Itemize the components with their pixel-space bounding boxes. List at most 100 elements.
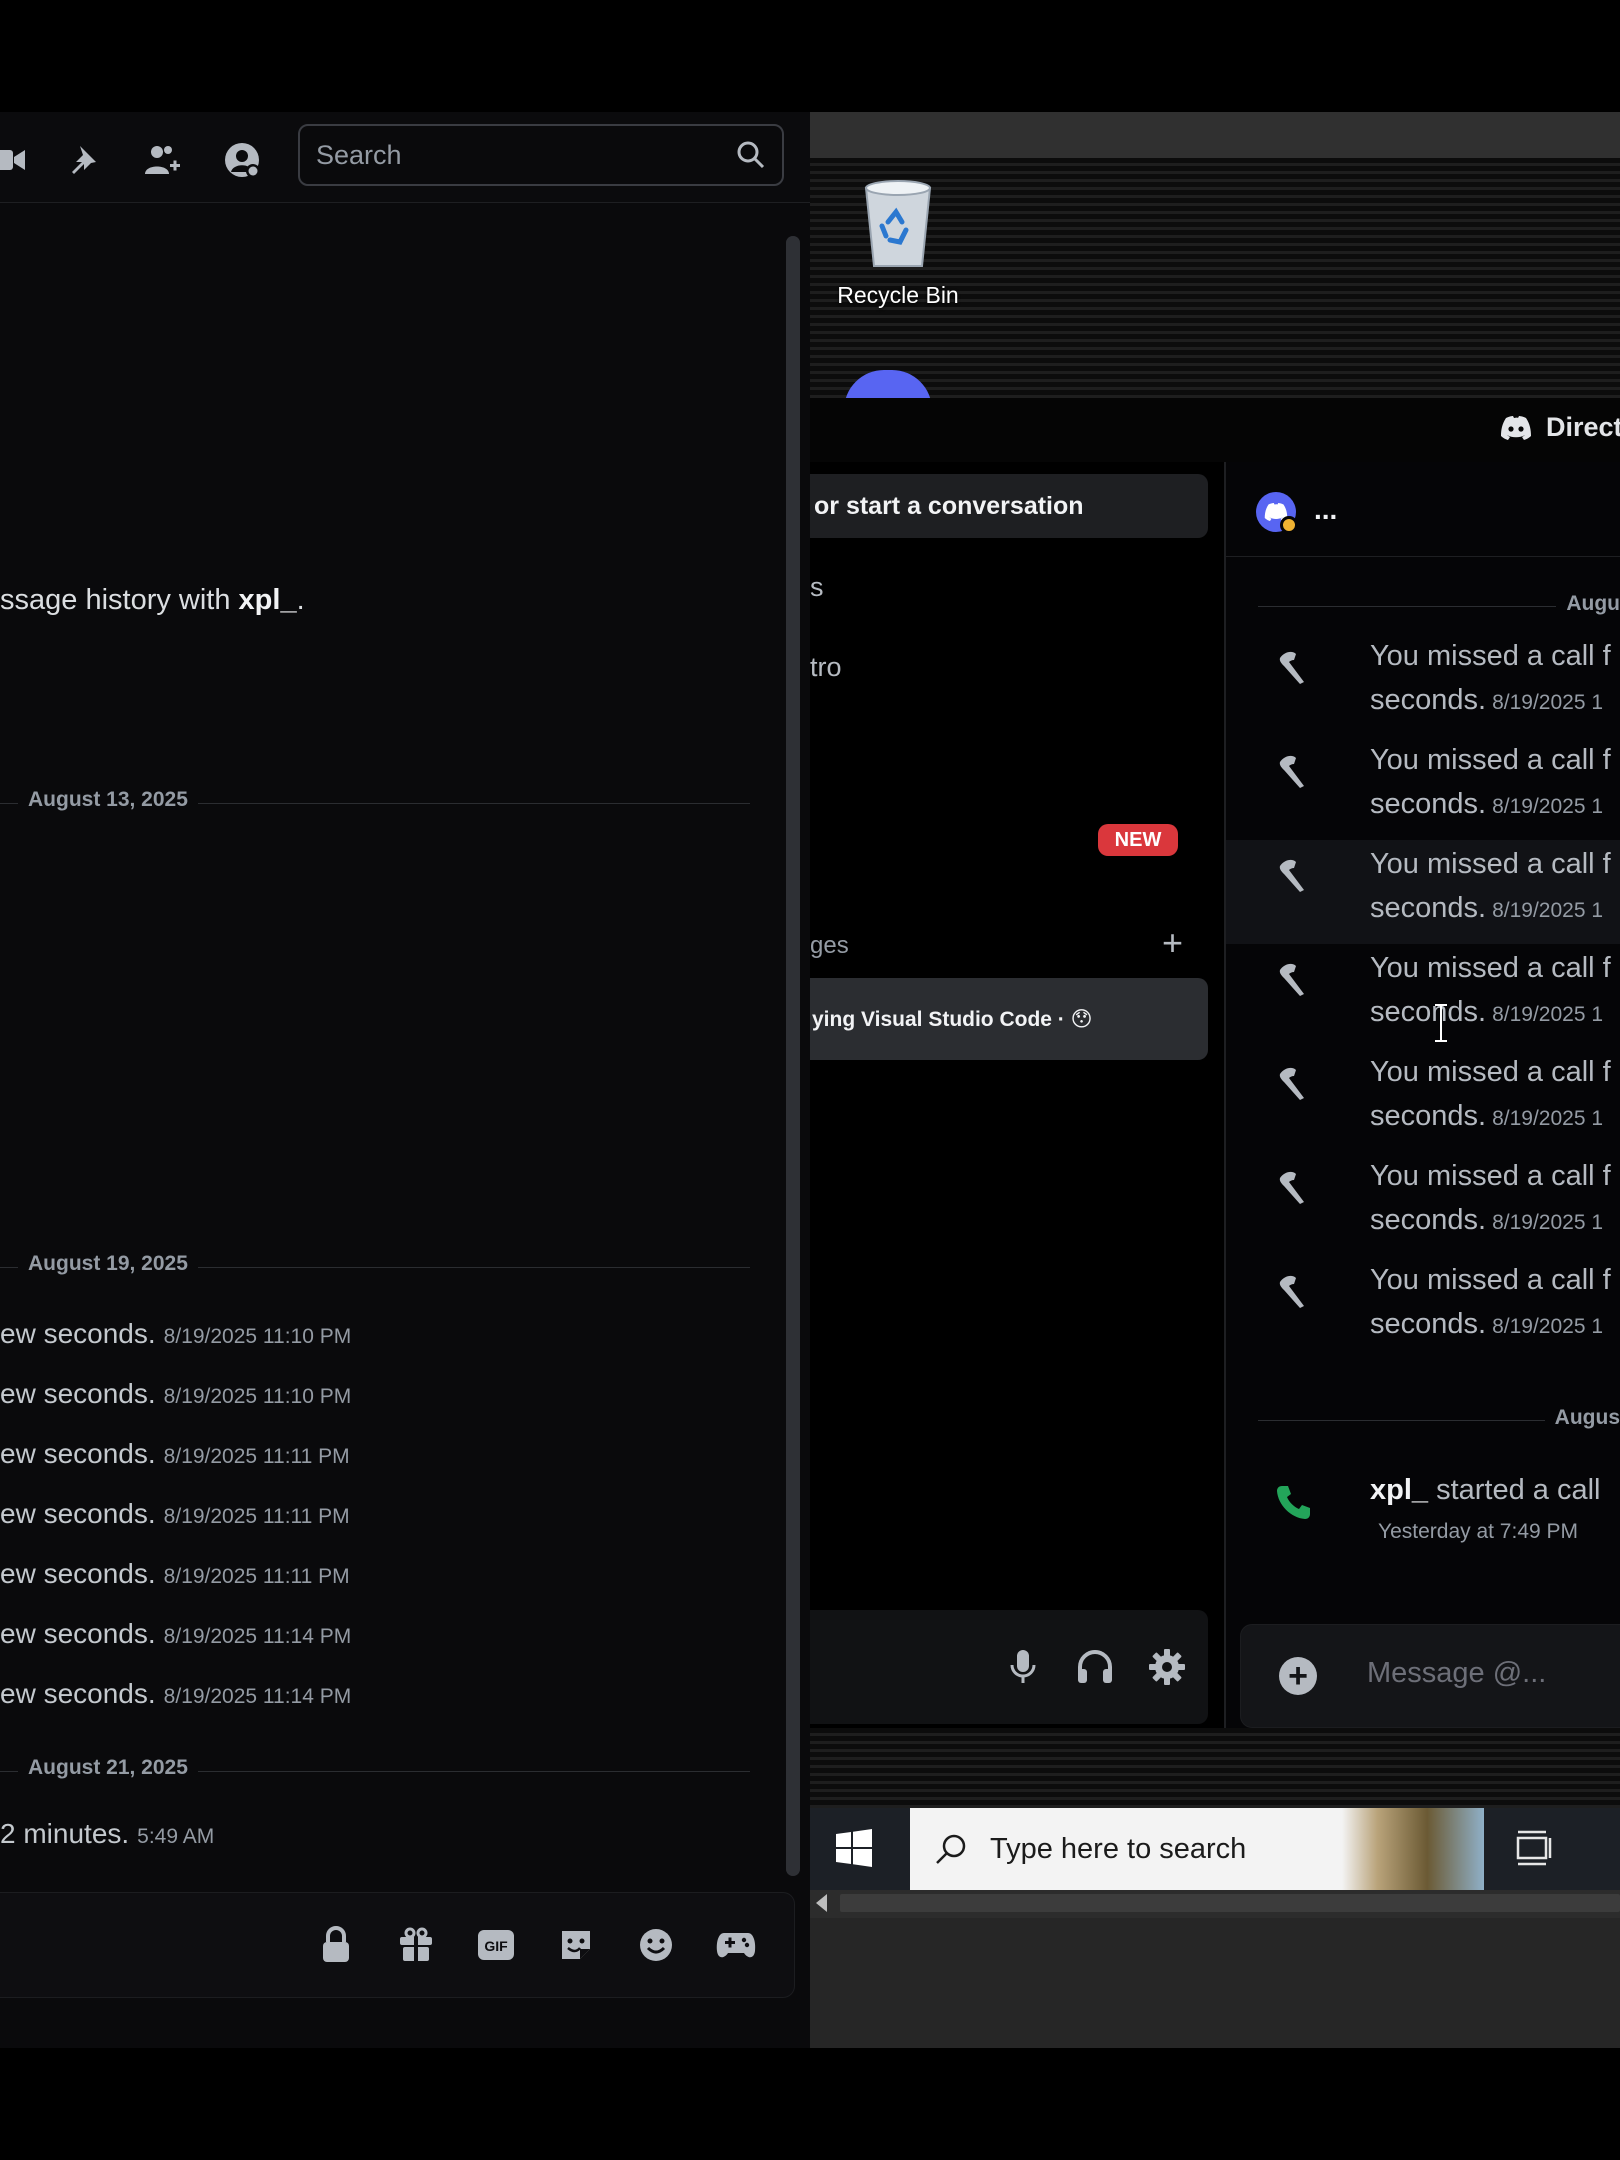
sidebar-item-friends[interactable]: s (810, 572, 824, 603)
scroll-left-arrow-icon[interactable] (816, 1894, 827, 1912)
sidebar-item-nitro[interactable]: tro (810, 652, 842, 683)
recycle-bin-icon (864, 180, 932, 267)
date-divider-label: Augus (1544, 1406, 1620, 1430)
chat-username[interactable]: ... (1314, 494, 1337, 526)
windows-desktop: Recycle Bin Direct or start a conversati… (810, 112, 1620, 2048)
message-timestamp: 8/19/2025 1 (1492, 1315, 1604, 1338)
video-call-icon[interactable] (0, 140, 30, 180)
discord-window: Direct or start a conversation s tro NEW… (810, 398, 1620, 1728)
sticker-icon[interactable] (554, 1923, 598, 1967)
missed-call-text: seconds. (1370, 1308, 1487, 1340)
table-row: You missed a call f seconds. 8/19/2025 1 (1226, 632, 1620, 736)
missed-call-text: seconds. (1370, 788, 1487, 820)
missed-call-text: You missed a call f (1370, 848, 1611, 880)
list-item: ew seconds. 8/19/2025 11:11 PM (0, 1438, 350, 1470)
search-icon (936, 1834, 966, 1864)
text-cursor-icon (1435, 1004, 1447, 1042)
phone-call-icon (1277, 1486, 1310, 1519)
message-timestamp: 8/19/2025 11:14 PM (163, 1685, 352, 1708)
recycle-bin-shortcut[interactable]: Recycle Bin (818, 174, 978, 324)
add-attachment-button[interactable]: + (1279, 1657, 1317, 1695)
recycle-bin-label: Recycle Bin (837, 282, 959, 308)
message-timestamp: Yesterday at 7:49 PM (1378, 1520, 1579, 1543)
task-view-icon[interactable] (1514, 1828, 1554, 1868)
date-divider: Augu (1258, 592, 1620, 620)
date-divider-label: August 21, 2025 (18, 1756, 198, 1780)
history-prefix: ssage history with (0, 584, 239, 616)
missed-call-text: seconds. (1370, 996, 1487, 1028)
lock-icon[interactable] (314, 1923, 358, 1967)
missed-call-text: You missed a call f (1370, 640, 1611, 672)
gear-icon[interactable] (1144, 1644, 1190, 1690)
gamepad-icon[interactable] (714, 1923, 758, 1967)
history-user[interactable]: xpl_ (239, 584, 297, 616)
horizontal-scrollbar[interactable] (810, 1890, 1620, 1918)
message-text: ew seconds. (0, 1318, 156, 1349)
date-divider: August 19, 2025 (0, 1252, 750, 1282)
missed-call-text: You missed a call f (1370, 1264, 1611, 1296)
call-username[interactable]: xpl_ (1370, 1474, 1428, 1506)
new-badge: NEW (1098, 824, 1178, 856)
message-text: ew seconds. (0, 1498, 156, 1529)
missed-call-icon (1279, 1171, 1304, 1204)
add-dm-button[interactable]: + (1162, 922, 1183, 964)
table-row: You missed a call f seconds. 8/19/2025 1 (1226, 1256, 1620, 1360)
missed-call-icon (1279, 1067, 1304, 1100)
missed-call-text: seconds. (1370, 1100, 1487, 1132)
list-item: ew seconds. 8/19/2025 11:10 PM (0, 1378, 351, 1410)
message-timestamp: 8/19/2025 11:11 PM (163, 1505, 350, 1528)
emoji-icon[interactable] (634, 1923, 678, 1967)
scrollbar-thumb[interactable] (786, 236, 800, 1876)
add-friends-icon[interactable] (142, 140, 182, 180)
message-composer[interactable]: GIF (0, 1892, 795, 1998)
message-timestamp: 8/19/2025 1 (1492, 795, 1604, 818)
windows-start-icon[interactable] (834, 1828, 874, 1868)
pin-icon[interactable] (64, 140, 104, 180)
missed-call-text: seconds. (1370, 892, 1487, 924)
user-profile-icon[interactable] (222, 140, 262, 180)
scrollbar-thumb[interactable] (840, 1894, 1620, 1912)
missed-call-text: You missed a call f (1370, 744, 1611, 776)
desktop-wallpaper (810, 1728, 1620, 1808)
microphone-icon[interactable] (1000, 1644, 1046, 1690)
search-icon (737, 141, 765, 169)
missed-call-text: You missed a call f (1370, 1056, 1611, 1088)
list-item: ew seconds. 8/19/2025 11:14 PM (0, 1678, 351, 1710)
missed-call-icon (1279, 859, 1304, 892)
gif-icon[interactable]: GIF (474, 1923, 518, 1967)
left-discord-window: Search ssage history with xpl_. August 1… (0, 112, 810, 2048)
message-text: ew seconds. (0, 1618, 156, 1649)
date-divider: August 13, 2025 (0, 788, 750, 818)
search-input[interactable]: Search (298, 124, 784, 186)
message-placeholder: Message @... (1367, 1657, 1547, 1689)
direct-messages-header: ges (810, 932, 849, 959)
chat-message-input[interactable]: + Message @... (1240, 1624, 1620, 1728)
history-intro-text: ssage history with xpl_. (0, 584, 305, 617)
window-bottom-area (810, 1918, 1620, 2048)
search-placeholder: Search (316, 139, 402, 170)
search-highlight-image[interactable] (1342, 1808, 1484, 1890)
discord-titlebar: Direct (810, 398, 1620, 462)
dm-list-item[interactable]: ying Visual Studio Code · 😯 (810, 978, 1208, 1060)
message-text: ew seconds. (0, 1378, 156, 1409)
avatar[interactable] (1256, 492, 1298, 534)
message-timestamp: 8/19/2025 1 (1492, 1003, 1604, 1026)
list-item: ew seconds. 8/19/2025 11:10 PM (0, 1318, 351, 1350)
headphones-icon[interactable] (1072, 1644, 1118, 1690)
taskbar-search-placeholder: Type here to search (990, 1832, 1247, 1865)
find-conversation-button[interactable]: or start a conversation (810, 474, 1208, 538)
table-row: You missed a call f seconds. 8/19/2025 1 (1226, 736, 1620, 840)
gift-icon[interactable] (394, 1923, 438, 1967)
message-timestamp: 8/19/2025 1 (1492, 1211, 1604, 1234)
missed-call-text: You missed a call f (1370, 1160, 1611, 1192)
missed-call-icon (1279, 651, 1304, 684)
missed-call-text: seconds. (1370, 684, 1487, 716)
list-item: ew seconds. 8/19/2025 11:11 PM (0, 1558, 350, 1590)
call-text: started a call (1428, 1474, 1601, 1506)
list-item: ew seconds. 8/19/2025 11:11 PM (0, 1498, 350, 1530)
channel-toolbar: Search (0, 112, 810, 203)
date-divider-label: August 19, 2025 (18, 1252, 198, 1276)
history-suffix: . (296, 584, 305, 616)
date-divider: August 21, 2025 (0, 1756, 750, 1786)
svg-text:GIF: GIF (484, 1938, 508, 1954)
